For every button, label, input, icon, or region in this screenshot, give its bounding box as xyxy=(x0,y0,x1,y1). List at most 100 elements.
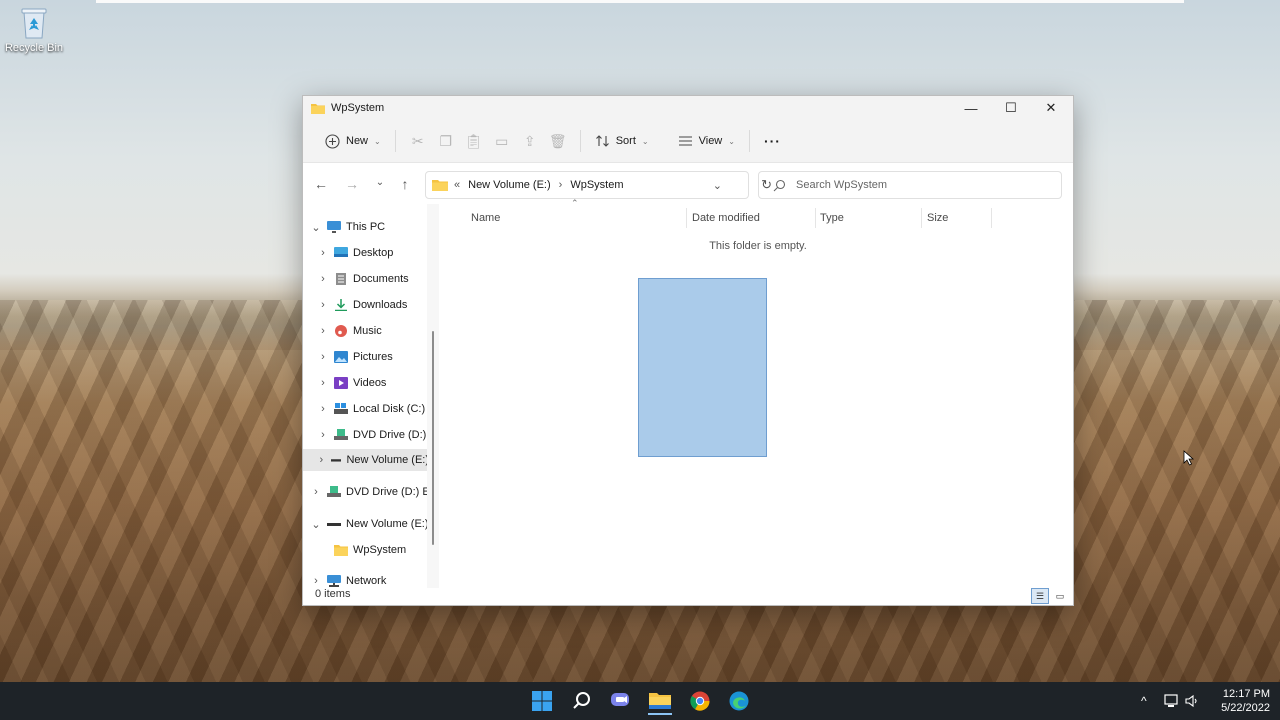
sidebar-item-downloads[interactable]: › Downloads xyxy=(316,294,407,316)
sidebar-item-dvd-drive-root[interactable]: › DVD Drive (D:) ESD xyxy=(309,481,429,503)
recent-chevron-icon[interactable]: ⌄ xyxy=(370,177,390,188)
column-divider[interactable] xyxy=(686,208,687,228)
back-arrow-icon[interactable]: ← xyxy=(311,176,331,192)
drive-icon xyxy=(334,403,348,414)
sidebar-item-local-disk-c[interactable]: › Local Disk (C:) xyxy=(316,398,425,420)
maximize-button[interactable]: ☐ xyxy=(991,96,1031,120)
taskbar-search-button[interactable] xyxy=(570,689,594,713)
close-button[interactable]: ✕ xyxy=(1031,96,1071,120)
chevron-right-icon[interactable]: › xyxy=(316,273,330,285)
address-dropdown-icon[interactable]: ⌄ xyxy=(713,179,722,192)
documents-icon xyxy=(336,273,346,285)
more-options-button[interactable]: ··· xyxy=(758,129,787,153)
chevron-right-icon[interactable]: › xyxy=(316,377,330,389)
column-divider[interactable] xyxy=(991,208,992,228)
chevron-right-icon[interactable]: › xyxy=(316,325,330,337)
sidebar-item-documents[interactable]: › Documents xyxy=(316,268,409,290)
delete-icon[interactable]: 🗑︎ xyxy=(549,133,567,149)
sidebar-item-new-volume-root[interactable]: ⌄ New Volume (E:) xyxy=(309,513,428,535)
large-icons-view-icon: ▭ xyxy=(1055,590,1065,601)
minimize-button[interactable]: — xyxy=(951,96,991,120)
chevron-right-icon[interactable]: › xyxy=(309,486,323,498)
address-bar[interactable]: « New Volume (E:) › WpSystem ⌄ ↻ xyxy=(425,171,772,199)
column-header-name[interactable]: Name xyxy=(471,212,500,224)
cut-icon[interactable]: ✂ xyxy=(410,133,426,149)
chrome-icon xyxy=(690,691,710,711)
chevron-right-icon[interactable]: › xyxy=(316,247,330,259)
sidebar-item-wpsystem[interactable]: WpSystem xyxy=(330,539,406,561)
teams-chat-button[interactable] xyxy=(609,689,633,713)
chevron-right-icon[interactable]: › xyxy=(316,299,330,311)
sidebar-item-dvd-drive[interactable]: › DVD Drive (D:) ESD xyxy=(316,424,429,446)
sort-label: Sort xyxy=(615,135,636,147)
network-status-icon[interactable] xyxy=(1164,694,1180,708)
sidebar-item-videos[interactable]: › Videos xyxy=(316,372,386,394)
view-button[interactable]: View ⌄ xyxy=(672,131,741,151)
details-view-button[interactable]: ☰ xyxy=(1031,588,1049,604)
sidebar-item-pictures[interactable]: › Pictures xyxy=(316,346,393,368)
folder-icon xyxy=(649,693,671,709)
overflow-chevrons-icon[interactable]: « xyxy=(454,179,460,191)
file-explorer-taskbar-button[interactable] xyxy=(648,689,672,715)
paste-icon[interactable]: 📋︎ xyxy=(465,133,483,149)
sidebar-item-network[interactable]: › Network xyxy=(309,570,386,588)
chevron-down-icon[interactable]: ⌄ xyxy=(309,518,323,531)
file-list[interactable]: ⌃ Name Date modified Type Size This fold… xyxy=(443,198,1071,588)
title-bar[interactable]: WpSystem — ☐ ✕ xyxy=(303,96,1073,120)
breadcrumb-wpsystem[interactable]: WpSystem xyxy=(570,179,623,191)
chevron-right-icon[interactable]: › xyxy=(316,403,330,415)
dvd-drive-icon xyxy=(334,429,348,440)
column-divider[interactable] xyxy=(921,208,922,228)
minimize-icon: — xyxy=(964,100,978,116)
volume-icon[interactable] xyxy=(1185,694,1199,708)
divider xyxy=(748,130,750,152)
network-icon xyxy=(327,575,341,587)
sidebar-item-label: DVD Drive (D:) ESD xyxy=(353,429,429,441)
start-button[interactable] xyxy=(530,689,554,713)
chevron-right-icon[interactable]: › xyxy=(316,429,330,441)
more-icon: ··· xyxy=(763,133,781,149)
system-clock[interactable]: 12:17 PM 5/22/2022 xyxy=(1221,687,1270,715)
folder-icon xyxy=(432,180,448,191)
breadcrumb-new-volume[interactable]: New Volume (E:) xyxy=(468,179,551,191)
sidebar-item-label: New Volume (E:) xyxy=(346,454,429,466)
chevron-right-icon[interactable]: › xyxy=(309,575,323,587)
large-icons-view-button[interactable]: ▭ xyxy=(1051,588,1069,604)
edge-button[interactable] xyxy=(727,689,751,713)
forward-arrow-icon[interactable]: → xyxy=(342,176,362,192)
plus-circle-icon xyxy=(325,133,340,149)
show-hidden-icons-chevron-icon[interactable]: ^ xyxy=(1141,694,1147,708)
share-icon[interactable]: ⇪ xyxy=(522,133,538,149)
column-header-date-modified[interactable]: Date modified xyxy=(692,212,760,224)
pictures-icon xyxy=(334,351,348,363)
folder-icon xyxy=(311,103,325,114)
chevron-right-icon[interactable]: › xyxy=(316,351,330,363)
desktop-icon xyxy=(334,247,348,257)
column-header-size[interactable]: Size xyxy=(927,212,948,224)
search-input[interactable]: Search WpSystem xyxy=(758,171,1062,199)
up-arrow-icon[interactable]: ↑ xyxy=(395,176,415,192)
sidebar-item-new-volume-e[interactable]: › New Volume (E:) xyxy=(303,449,429,471)
sidebar-scrollbar-thumb[interactable] xyxy=(432,331,434,545)
top-edge-bar xyxy=(96,0,1184,3)
sidebar-item-music[interactable]: › Music xyxy=(316,320,382,342)
chrome-button[interactable] xyxy=(688,689,712,713)
search-icon xyxy=(773,179,786,191)
breadcrumb-separator-icon: › xyxy=(558,179,563,191)
mouse-cursor-icon xyxy=(1183,450,1195,466)
recycle-bin-shortcut[interactable]: Recycle Bin xyxy=(4,6,64,54)
chevron-down-icon[interactable]: ⌄ xyxy=(309,221,323,234)
column-header-type[interactable]: Type xyxy=(820,212,844,224)
sidebar-item-desktop[interactable]: › Desktop xyxy=(316,242,393,264)
folder-icon xyxy=(334,545,348,556)
new-button[interactable]: New ⌄ xyxy=(319,130,387,153)
rename-icon[interactable]: ▭ xyxy=(494,133,510,149)
chevron-right-icon[interactable]: › xyxy=(316,454,327,466)
clock-time: 12:17 PM xyxy=(1222,688,1270,700)
column-divider[interactable] xyxy=(815,208,816,228)
clock-date: 5/22/2022 xyxy=(1221,702,1270,714)
empty-folder-message: This folder is empty. xyxy=(709,240,807,252)
copy-icon[interactable]: ❐ xyxy=(438,133,454,149)
sidebar-item-this-pc[interactable]: ⌄ This PC xyxy=(309,216,385,238)
sort-button[interactable]: Sort ⌄ xyxy=(589,130,655,152)
